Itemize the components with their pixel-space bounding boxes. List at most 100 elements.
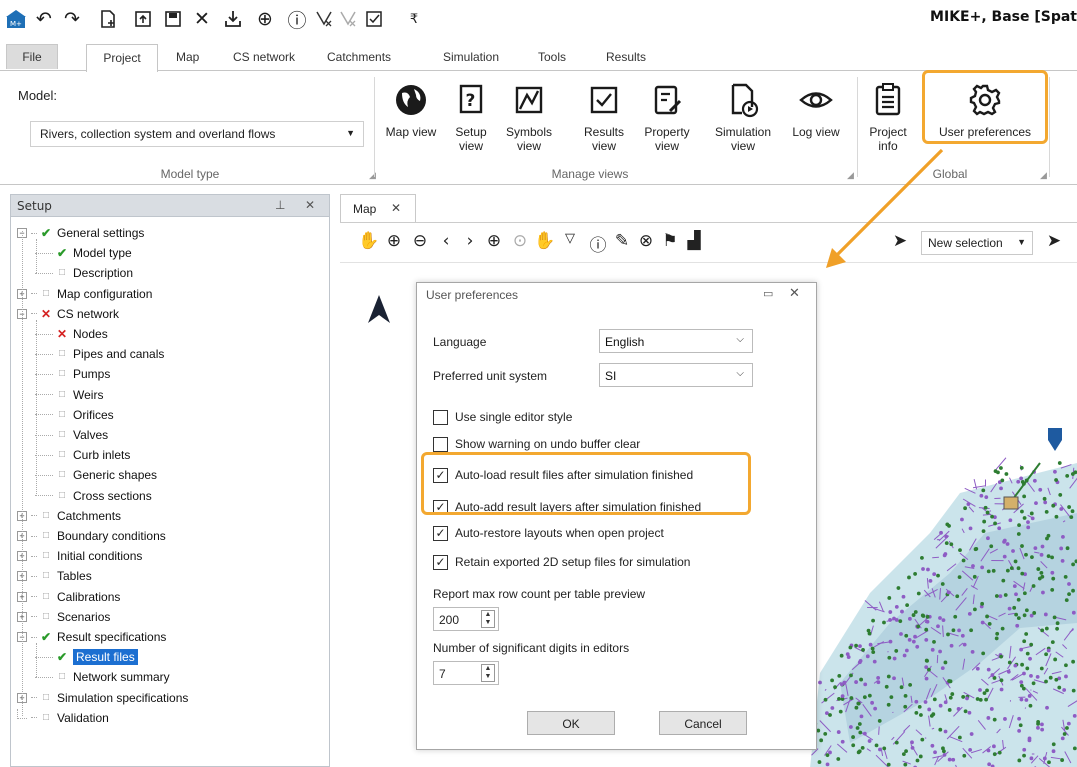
tree-node[interactable]: + □ Map configuration xyxy=(17,284,152,304)
zoom-layer-icon[interactable]: ✋ xyxy=(534,231,555,253)
forward-icon[interactable]: › xyxy=(460,231,480,253)
property-view-button[interactable]: Property view xyxy=(638,79,696,163)
import-icon[interactable] xyxy=(221,6,245,32)
globe-icon[interactable]: ⊕ xyxy=(253,6,277,32)
tree-node[interactable]: + □ Simulation specifications xyxy=(17,688,188,708)
tree-node[interactable]: + □ Initial conditions xyxy=(17,546,142,566)
identify-icon[interactable]: ⓘ xyxy=(588,231,608,256)
close-icon[interactable]: ✕ xyxy=(391,201,401,215)
save-icon[interactable] xyxy=(161,6,185,32)
full-extent-icon[interactable]: ⊕ xyxy=(484,231,504,253)
selection-mode-select[interactable]: New selection ▼ xyxy=(921,231,1033,255)
tab-file[interactable]: File xyxy=(6,44,58,69)
pan-icon[interactable]: ✋ xyxy=(358,231,379,253)
checkbox-unchecked[interactable] xyxy=(433,409,448,425)
tree-node[interactable]: □ Curb inlets xyxy=(35,445,130,465)
close-icon[interactable]: ✕ xyxy=(789,285,800,301)
tree-node[interactable]: □ Weirs xyxy=(35,385,103,405)
tab-results[interactable]: Results xyxy=(606,46,646,70)
tab-tools[interactable]: Tools xyxy=(538,46,566,70)
checkbox-checked[interactable]: ✓ xyxy=(433,525,448,541)
edit-icon[interactable]: ✎ xyxy=(612,231,632,253)
zoom-in-icon[interactable]: ⊕ xyxy=(384,231,404,253)
filter-icon[interactable] xyxy=(336,6,360,32)
tree-node[interactable]: □ Valves xyxy=(35,425,108,445)
zoom-out-icon[interactable]: ⊖ xyxy=(410,231,430,253)
tree-node[interactable]: □ Pipes and canals xyxy=(35,344,164,364)
ok-button[interactable]: OK xyxy=(527,711,615,735)
setup-view-button[interactable]: ? Setup view xyxy=(450,79,492,163)
checkbox-checked[interactable]: ✓ xyxy=(433,554,448,570)
open-icon[interactable] xyxy=(131,6,155,32)
tab-catchments[interactable]: Catchments xyxy=(327,46,391,70)
pin-icon[interactable]: ⊥ xyxy=(275,198,285,212)
tree-node[interactable]: □ Orifices xyxy=(35,405,114,425)
log-view-button[interactable]: Log view xyxy=(786,79,846,163)
tree-node[interactable]: □ Cross sections xyxy=(35,486,152,506)
spinner-arrows-icon[interactable]: ▲ ▼ xyxy=(481,610,495,628)
back-icon[interactable]: ‹ xyxy=(436,231,456,253)
flag-icon[interactable]: ⚑ xyxy=(660,231,680,253)
checkbox-icon[interactable] xyxy=(362,6,386,32)
maximize-icon[interactable]: ▭ xyxy=(763,287,773,300)
tree-node[interactable]: □ Pumps xyxy=(35,364,110,384)
network-node xyxy=(994,594,999,598)
redo-icon[interactable]: ↷ xyxy=(60,6,84,32)
dialog-launcher-icon[interactable]: ◢ xyxy=(847,170,854,181)
tree-node[interactable]: + □ Calibrations xyxy=(17,587,120,607)
tab-project[interactable]: Project xyxy=(86,44,158,72)
preference-checkbox-row[interactable]: ✓ Retain exported 2D setup files for simu… xyxy=(433,553,690,571)
tree-node[interactable]: + □ Tables xyxy=(17,566,92,586)
close-icon[interactable]: ✕ xyxy=(305,198,315,212)
info-icon[interactable]: ⓘ xyxy=(285,6,309,32)
tree-node[interactable]: + □ Catchments xyxy=(17,506,121,526)
sig-digits-spinner[interactable]: 7 ▲ ▼ xyxy=(433,661,499,685)
empty-status-icon: □ xyxy=(58,449,66,461)
zoom-selection-icon[interactable]: ⊙ xyxy=(510,231,530,253)
unit-system-select[interactable]: SI ⌵ xyxy=(599,363,753,387)
checkbox-unchecked[interactable] xyxy=(433,436,448,452)
tree-node[interactable]: □ Network summary xyxy=(35,667,170,687)
preference-checkbox-row[interactable]: ✓ Auto-restore layouts when open project xyxy=(433,524,664,542)
close-icon[interactable]: ✕ xyxy=(190,6,214,32)
cancel-button[interactable]: Cancel xyxy=(659,711,747,735)
dialog-launcher-icon[interactable]: ◢ xyxy=(1040,170,1047,181)
spinner-arrows-icon[interactable]: ▲ ▼ xyxy=(481,664,495,682)
clear-selection-icon[interactable] xyxy=(312,6,336,32)
network-node xyxy=(1051,503,1056,508)
tab-map-document[interactable]: Map ✕ xyxy=(340,194,416,222)
select-icon[interactable]: ➤ xyxy=(890,231,910,253)
tree-node[interactable]: + □ Scenarios xyxy=(17,607,110,627)
tree-node[interactable]: ✕ Nodes xyxy=(35,324,108,344)
tree-node[interactable]: ✔ Result files xyxy=(35,647,138,667)
model-type-select[interactable]: Rivers, collection system and overland f… xyxy=(30,121,364,147)
results-view-button[interactable]: Results view xyxy=(578,79,630,163)
tree-node[interactable]: − ✔ Result specifications xyxy=(17,627,166,647)
app-icon[interactable]: M+ xyxy=(4,6,28,32)
simulation-view-button[interactable]: Simulation view xyxy=(708,79,778,163)
chart-icon[interactable]: ▟ xyxy=(684,231,704,253)
tree-node[interactable]: ✔ Model type xyxy=(35,243,132,263)
network-icon[interactable]: ⊗ xyxy=(636,231,656,253)
network-node xyxy=(1043,500,1048,505)
tree-node[interactable]: + □ Boundary conditions xyxy=(17,526,166,546)
select-filter-icon[interactable]: ➤ xyxy=(1044,231,1064,253)
tree-node[interactable]: □ Generic shapes xyxy=(35,465,157,485)
tab-cs-network[interactable]: CS network xyxy=(233,46,295,70)
dropdown-icon[interactable]: ₹ xyxy=(402,6,426,32)
preference-checkbox-row[interactable]: Use single editor style xyxy=(433,408,572,426)
new-icon[interactable] xyxy=(96,6,120,32)
preference-checkbox-row[interactable]: Show warning on undo buffer clear xyxy=(433,435,640,453)
tree-node[interactable]: − ✕ CS network xyxy=(17,304,119,324)
clear-selection-icon[interactable]: ▽ xyxy=(560,231,580,253)
max-rows-spinner[interactable]: 200 ▲ ▼ xyxy=(433,607,499,631)
project-info-button[interactable]: Project info xyxy=(862,79,914,163)
tab-simulation[interactable]: Simulation xyxy=(443,46,499,70)
tree-node[interactable]: □ Description xyxy=(35,263,133,283)
tab-map[interactable]: Map xyxy=(176,46,199,70)
map-view-button[interactable]: Map view xyxy=(378,79,444,163)
undo-icon[interactable]: ↶ xyxy=(32,6,56,32)
tree-node[interactable]: □ Validation xyxy=(17,708,109,728)
language-select[interactable]: English ⌵ xyxy=(599,329,753,353)
symbols-view-button[interactable]: Symbols view xyxy=(506,79,552,163)
